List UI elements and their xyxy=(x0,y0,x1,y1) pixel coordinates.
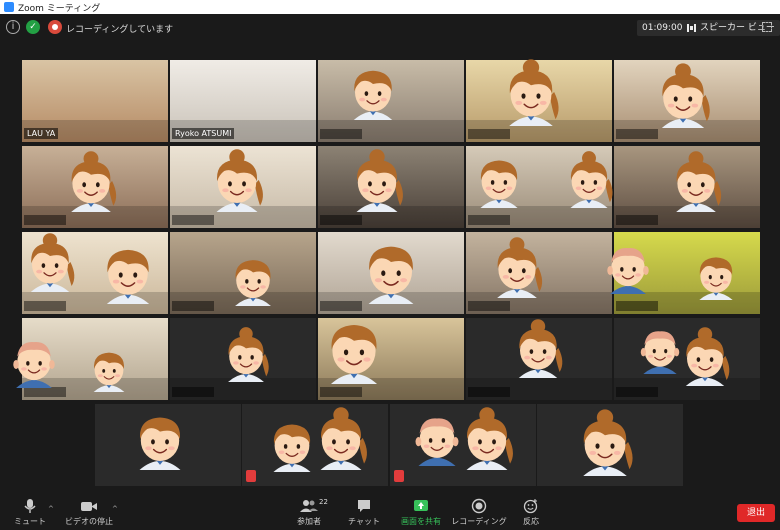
participant-name-bar xyxy=(172,301,214,311)
video-options-caret-icon[interactable]: ^ xyxy=(112,505,118,513)
participants-icon xyxy=(300,500,318,512)
participant-name-bar xyxy=(320,387,362,397)
record-icon xyxy=(48,20,62,34)
recording-icon xyxy=(471,498,487,514)
woman-avatar-icon xyxy=(661,63,710,128)
woman-avatar-icon xyxy=(71,151,117,212)
leave-meeting-button[interactable]: 退出 xyxy=(737,504,775,522)
boy-avatar-icon xyxy=(480,160,518,208)
boy-avatar-icon xyxy=(106,249,150,304)
chat-button[interactable]: チャット xyxy=(332,498,396,527)
boy-avatar-icon xyxy=(139,417,181,470)
participant-name-bar xyxy=(468,215,510,225)
fullscreen-icon[interactable] xyxy=(762,22,772,32)
participant-name-bar xyxy=(468,129,510,139)
participant-name-bar xyxy=(616,215,658,225)
woman-avatar-icon xyxy=(570,151,613,208)
reactions-button[interactable]: 反応 xyxy=(499,498,563,527)
participant-name-bar xyxy=(172,215,214,225)
meeting-topbar: i ✓ レコーディングしています 01:09:00 スピーカー ビュー xyxy=(0,14,780,42)
participant-name-bar xyxy=(616,301,658,311)
woman-avatar-icon xyxy=(466,407,513,470)
participant-count: 22 xyxy=(319,498,328,506)
participant-name-label: LAU YA xyxy=(24,128,59,139)
boy-avatar-icon xyxy=(93,352,125,392)
participant-name-bar xyxy=(320,129,362,139)
shield-check-icon[interactable]: ✓ xyxy=(26,20,40,34)
woman-avatar-icon xyxy=(676,151,722,212)
man-avatar-icon xyxy=(607,248,649,294)
stop-video-label: ビデオの停止 xyxy=(65,517,113,526)
window-title: Zoom ミーティング xyxy=(18,3,101,14)
participant-name-bar xyxy=(320,215,362,225)
muted-microphone-icon xyxy=(394,470,404,482)
participant-name-bar xyxy=(468,301,510,311)
woman-avatar-icon xyxy=(685,327,730,386)
participant-name-bar xyxy=(24,301,66,311)
video-camera-icon xyxy=(81,502,97,511)
participant-name-bar xyxy=(468,387,510,397)
smiley-icon xyxy=(523,499,538,514)
meeting-timer: 01:09:00 xyxy=(637,20,688,36)
woman-avatar-icon xyxy=(518,319,563,378)
boy-avatar-icon xyxy=(368,246,414,304)
window-titlebar: Zoom ミーティング xyxy=(0,0,780,14)
participant-name-bar xyxy=(24,387,66,397)
meeting-toolbar: ミュート ^ ビデオの停止 ^ 参加者 22 チャット 画面を共有 レコーディン… xyxy=(0,496,780,530)
woman-avatar-icon xyxy=(583,409,633,476)
microphone-icon xyxy=(24,499,36,513)
boy-avatar-icon xyxy=(353,70,393,120)
participant-name-label: Ryoko ATSUMI xyxy=(172,128,235,139)
participant-name-bar xyxy=(24,215,66,225)
woman-avatar-icon xyxy=(228,327,269,382)
reactions-label: 反応 xyxy=(523,517,539,526)
woman-avatar-icon xyxy=(497,237,543,298)
woman-avatar-icon xyxy=(216,149,263,212)
zoom-logo-icon xyxy=(4,2,14,12)
woman-avatar-icon xyxy=(356,149,403,212)
mute-options-caret-icon[interactable]: ^ xyxy=(48,505,54,513)
boy-avatar-icon xyxy=(330,324,378,384)
share-screen-button[interactable]: 画面を共有 xyxy=(389,498,453,527)
mute-label: ミュート xyxy=(14,517,46,526)
info-icon[interactable]: i xyxy=(6,20,20,34)
share-screen-label: 画面を共有 xyxy=(401,517,441,526)
muted-microphone-icon xyxy=(246,470,256,482)
video-tile[interactable]: Ryoko ATSUMI xyxy=(170,60,316,142)
woman-avatar-icon xyxy=(30,233,75,292)
participant-name-bar xyxy=(616,129,658,139)
share-screen-icon xyxy=(414,500,428,511)
chat-icon xyxy=(358,500,370,512)
participant-name-bar xyxy=(172,387,214,397)
woman-avatar-icon xyxy=(509,59,559,126)
grid-view-icon xyxy=(687,24,696,32)
woman-avatar-icon xyxy=(320,407,367,470)
boy-avatar-icon xyxy=(699,257,733,300)
recording-status: レコーディングしています xyxy=(66,25,174,35)
chat-label: チャット xyxy=(348,517,380,526)
man-avatar-icon xyxy=(13,342,55,388)
video-tile[interactable]: LAU YA xyxy=(22,60,168,142)
participant-name-bar xyxy=(616,387,658,397)
boy-avatar-icon xyxy=(235,260,271,306)
